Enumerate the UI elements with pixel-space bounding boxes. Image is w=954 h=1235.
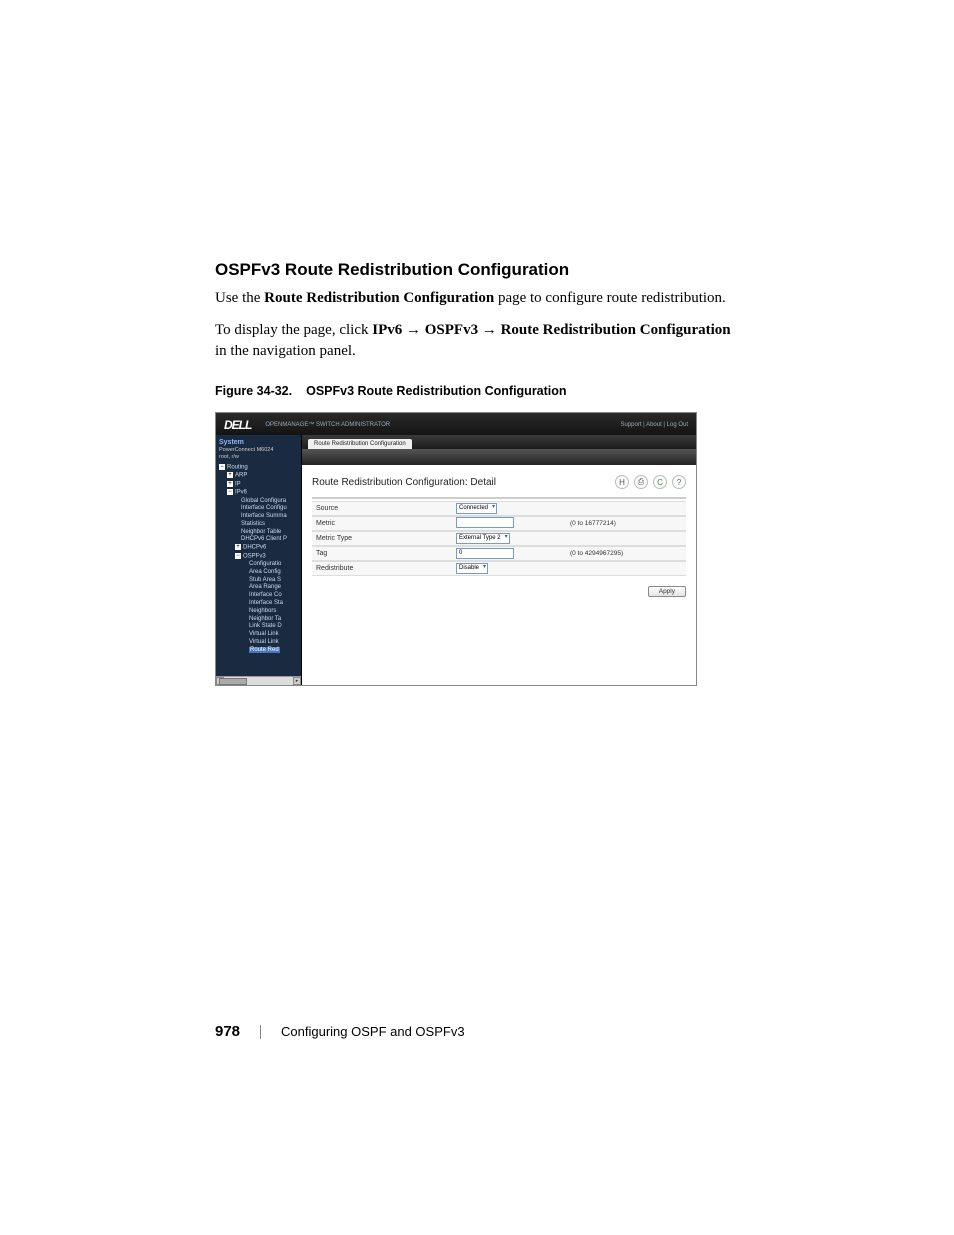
text-strong: IPv6	[372, 322, 402, 338]
app-body: System PowerConnect M6024 root, r/w −Rou…	[216, 435, 696, 685]
form-actions: Apply	[302, 576, 696, 597]
tree-collapse-icon[interactable]: −	[227, 489, 233, 495]
text: page to configure route redistribution.	[494, 290, 726, 306]
apply-button[interactable]: Apply	[648, 586, 686, 597]
tree-item[interactable]: OSPFv3	[243, 553, 266, 559]
tree-item[interactable]: Global Configura	[241, 498, 286, 504]
figure-caption: Figure 34-32. OSPFv3 Route Redistribution…	[215, 384, 739, 398]
config-form: Source Connected Metric (0 to 16777214) …	[312, 497, 686, 576]
text-strong: OSPFv3	[425, 322, 478, 338]
tree-item[interactable]: Link State D	[249, 623, 282, 629]
metric-label: Metric	[312, 520, 456, 527]
text: Use the	[215, 290, 264, 306]
tree-item[interactable]: DHCPv6 Client P	[241, 536, 287, 542]
scroll-right-icon[interactable]: ▸	[293, 677, 301, 685]
document-page: OSPFv3 Route Redistribution Configuratio…	[0, 0, 954, 1235]
active-tab[interactable]: Route Redistribution Configuration	[308, 439, 412, 449]
dell-logo: DELL	[224, 418, 251, 432]
scroll-thumb[interactable]	[219, 678, 247, 685]
tree-item[interactable]: Neighbors	[249, 608, 276, 614]
main-panel: Route Redistribution Configuration Route…	[302, 435, 696, 685]
form-row-metric: Metric (0 to 16777214)	[312, 516, 686, 531]
tree-expand-icon[interactable]: +	[235, 544, 241, 550]
toolbar-icons: H ⎙ C ?	[615, 475, 686, 489]
header-links[interactable]: Support | About | Log Out	[621, 422, 689, 428]
figure-title: OSPFv3 Route Redistribution Configuratio…	[306, 384, 566, 398]
nav-sidebar[interactable]: System PowerConnect M6024 root, r/w −Rou…	[216, 435, 302, 685]
tree-item[interactable]: Neighbor Ta	[249, 616, 281, 622]
chapter-title: Configuring OSPF and OSPFv3	[281, 1024, 465, 1039]
redistribute-label: Redistribute	[312, 565, 456, 572]
save-icon[interactable]: H	[615, 475, 629, 489]
tree-item[interactable]: Area Range	[249, 584, 281, 590]
tree-item[interactable]: Virtual Link	[249, 631, 279, 637]
app-header: DELL OPENMANAGE™ SWITCH ADMINISTRATOR Su…	[216, 413, 696, 435]
tree-expand-icon[interactable]: +	[227, 472, 233, 478]
app-suite-name: OPENMANAGE™ SWITCH ADMINISTRATOR	[265, 422, 390, 428]
tree-item[interactable]: IPv6	[235, 490, 247, 496]
paragraph-2: To display the page, click IPv6 → OSPFv3…	[215, 319, 739, 362]
tree-item[interactable]: Neighbor Table	[241, 529, 281, 535]
tree-expand-icon[interactable]: +	[227, 481, 233, 487]
tree-item[interactable]: DHCPv6	[243, 545, 266, 551]
tree-item[interactable]: Interface Sta	[249, 600, 283, 606]
help-icon[interactable]: ?	[672, 475, 686, 489]
form-row-metric-type: Metric Type External Type 2	[312, 531, 686, 546]
title-bar	[302, 449, 696, 465]
tag-hint: (0 to 4294967295)	[566, 550, 623, 557]
text: To display the page, click	[215, 322, 372, 338]
user-label: root, r/w	[219, 454, 301, 460]
horizontal-scrollbar[interactable]: ◂ ▸	[216, 676, 301, 685]
panel-header: Route Redistribution Configuration: Deta…	[302, 465, 696, 493]
paragraph-1: Use the Route Redistribution Configurati…	[215, 288, 739, 309]
tab-bar: Route Redistribution Configuration	[302, 435, 696, 449]
tree-item[interactable]: ARP	[235, 473, 247, 479]
metric-type-label: Metric Type	[312, 535, 456, 542]
tree-collapse-icon[interactable]: −	[219, 464, 225, 470]
metric-input[interactable]	[456, 517, 514, 528]
screenshot-figure: DELL OPENMANAGE™ SWITCH ADMINISTRATOR Su…	[215, 412, 697, 686]
tree-item[interactable]: Configuratio	[249, 561, 281, 567]
form-row-source: Source Connected	[312, 501, 686, 516]
tree-item[interactable]: Interface Summa	[241, 513, 287, 519]
text: in the navigation panel.	[215, 343, 356, 359]
tree-item[interactable]: IP	[235, 481, 241, 487]
tree-item[interactable]: Virtual Link	[249, 639, 279, 645]
tree-item[interactable]: Stub Area S	[249, 577, 281, 583]
source-select[interactable]: Connected	[456, 503, 497, 514]
text-strong: Route Redistribution Configuration	[501, 322, 731, 338]
tree-item-selected[interactable]: Route Red	[249, 647, 280, 653]
tree-collapse-icon[interactable]: −	[235, 553, 241, 559]
tree-item[interactable]: Statistics	[241, 521, 265, 527]
text-strong: Route Redistribution Configuration	[264, 290, 494, 306]
metric-type-select[interactable]: External Type 2	[456, 533, 510, 544]
figure-number: Figure 34-32.	[215, 384, 292, 398]
form-row-tag: Tag 0 (0 to 4294967295)	[312, 546, 686, 561]
metric-hint: (0 to 16777214)	[566, 520, 616, 527]
form-row-redistribute: Redistribute Disable	[312, 561, 686, 576]
arrow-icon: →	[482, 321, 497, 338]
redistribute-select[interactable]: Disable	[456, 563, 488, 574]
section-heading: OSPFv3 Route Redistribution Configuratio…	[215, 260, 739, 280]
page-number: 978	[215, 1023, 240, 1040]
nav-tree[interactable]: −Routing +ARP +IP −IPv6 Global Configura…	[219, 464, 301, 655]
footer-divider	[260, 1025, 261, 1039]
system-label: System	[219, 439, 301, 446]
page-footer: 978 Configuring OSPF and OSPFv3	[215, 1023, 465, 1040]
source-label: Source	[312, 505, 456, 512]
tree-item[interactable]: Routing	[227, 465, 248, 471]
tree-item[interactable]: Interface Co	[249, 592, 282, 598]
header-left: DELL OPENMANAGE™ SWITCH ADMINISTRATOR	[224, 418, 390, 432]
tag-label: Tag	[312, 550, 456, 557]
tag-input[interactable]: 0	[456, 548, 514, 559]
arrow-icon: →	[406, 321, 421, 338]
tree-item[interactable]: Area Config	[249, 569, 281, 575]
device-label: PowerConnect M6024	[219, 447, 301, 453]
panel-title: Route Redistribution Configuration: Deta…	[312, 477, 496, 488]
print-icon[interactable]: ⎙	[634, 475, 648, 489]
tree-item[interactable]: Interface Configu	[241, 505, 287, 511]
refresh-icon[interactable]: C	[653, 475, 667, 489]
